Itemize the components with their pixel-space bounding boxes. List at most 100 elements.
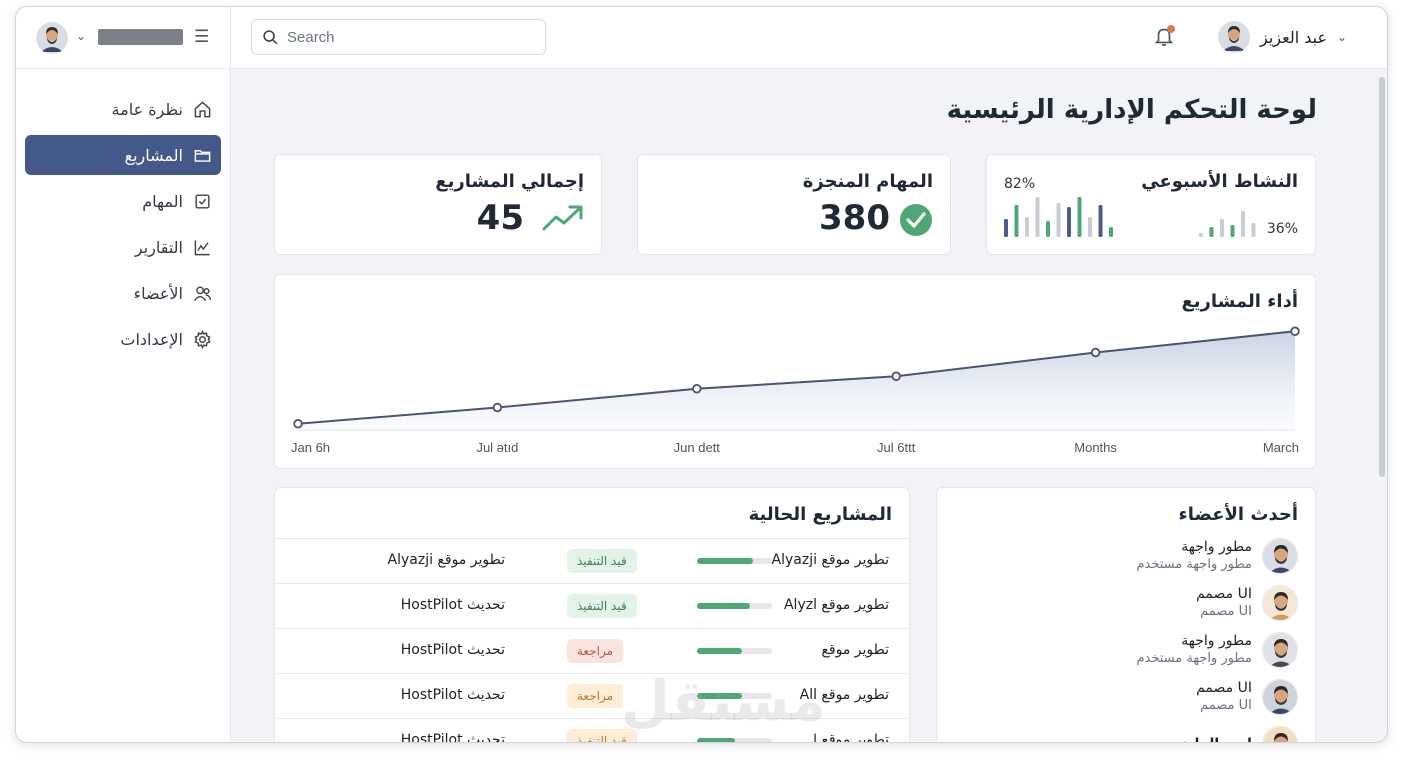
project-title: تحديث HostPilot: [400, 687, 505, 703]
user-menu[interactable]: ⌄ عبد العزيز: [1218, 21, 1347, 53]
status-badge: قيد التنفيذ: [567, 549, 637, 573]
activity-bar: [1098, 205, 1103, 237]
activity-bar: [1077, 197, 1082, 237]
data-point[interactable]: [1090, 347, 1101, 358]
member-avatar: [1262, 585, 1298, 621]
member-name: مصمم UI: [1196, 680, 1252, 696]
user-avatar[interactable]: [1218, 21, 1250, 53]
project-title: تحديث HostPilot: [400, 597, 505, 613]
table-row[interactable]: تطوير موقع مراجعة تحديث HostPilot: [275, 628, 909, 673]
x-tick-label: Jul ətıd: [476, 440, 518, 455]
chevron-down-icon[interactable]: ⌄: [76, 29, 86, 43]
total-projects-value: 45: [476, 198, 524, 238]
activity-bar: [1088, 217, 1092, 237]
sidebar-item-overview[interactable]: نظرة عامة: [25, 89, 221, 129]
home-icon: [194, 100, 211, 117]
member-item[interactable]: مطور واجهة مطور واجهة مستخدم: [1136, 538, 1298, 574]
data-point[interactable]: [492, 402, 503, 413]
data-point[interactable]: [692, 384, 702, 394]
member-text: مصمم UI مصمم UI: [1196, 679, 1252, 715]
latest-members-card: أحدث الأعضاء مطور واجهة مطور واجهة مستخد…: [936, 487, 1316, 742]
progress-bar: [697, 558, 772, 564]
progress-fill: [697, 648, 742, 654]
notifications-button[interactable]: [1153, 25, 1177, 49]
activity-bar: [1067, 207, 1071, 237]
total-projects-card: إجمالي المشاريع 45: [274, 154, 602, 255]
sidebar-item-members[interactable]: الأعضاء: [25, 273, 221, 313]
activity-bar: [1014, 205, 1019, 237]
activity-bar: [1004, 219, 1008, 237]
latest-members-title: أحدث الأعضاء: [1178, 504, 1298, 525]
sidebar-item-reports[interactable]: التقارير: [25, 227, 221, 267]
project-title: تحديث HostPilot: [400, 642, 505, 658]
weekly-activity-bars-right: [1199, 211, 1256, 237]
current-projects-card: المشاريع الحالية تطوير موقع Alyazji قيد …: [274, 487, 910, 743]
performance-card: أداء المشاريع Jan 6h Jul ətıd Jun dett Jul …: [274, 274, 1316, 469]
status-badge: قيد التنفيذ: [567, 729, 637, 742]
member-item[interactable]: مطور واجهة مطور واجهة مستخدم: [1136, 632, 1298, 668]
data-point[interactable]: [293, 419, 303, 429]
sidebar-item-label: الإعدادات: [120, 329, 183, 349]
member-text: امير المليز: [1180, 735, 1252, 742]
chevron-down-icon[interactable]: ⌄: [1337, 30, 1347, 44]
hamburger-menu-icon[interactable]: ☰: [194, 27, 209, 47]
member-role: مطور واجهة مستخدم: [1136, 557, 1252, 572]
sidebar: ⌄ ☰ نظرة عامة المشاريع المهام التقارير ا…: [16, 7, 231, 742]
table-row[interactable]: تطوير موقع ا قيد التنفيذ تحديث HostPilot: [275, 718, 909, 743]
weekly-activity-bars-left: [1004, 197, 1113, 237]
activity-bar: [1035, 197, 1040, 237]
member-item[interactable]: امير المليز: [1180, 726, 1298, 742]
x-tick-label: Jul 6ttt: [877, 440, 916, 455]
weekly-activity-low-pct: 36%: [1266, 221, 1298, 237]
sidebar-nav: نظرة عامة المشاريع المهام التقارير الأعض…: [25, 89, 221, 365]
chart-line-icon: [194, 239, 210, 255]
member-role: مطور واجهة مستخدم: [1136, 651, 1252, 666]
data-point[interactable]: [891, 371, 901, 381]
avatar[interactable]: [36, 22, 68, 54]
x-tick-label: Months: [1074, 440, 1117, 455]
search-box[interactable]: [251, 19, 546, 55]
progress-fill: [697, 738, 735, 742]
member-name: مصمم UI: [1196, 586, 1252, 602]
activity-bar: [1209, 227, 1214, 237]
check-circle-icon: [900, 204, 932, 236]
sidebar-item-settings[interactable]: الإعدادات: [25, 319, 221, 359]
completed-tasks-card: المهام المنجزة 380: [637, 154, 951, 255]
gear-icon: [194, 329, 211, 349]
member-avatar: [1262, 679, 1298, 715]
project-name: تطوير موقع ا: [813, 732, 889, 743]
member-item[interactable]: مصمم UI مصمم UI: [1196, 679, 1298, 715]
project-name: تطوير موقع: [821, 642, 889, 658]
main-content: لوحة التحكم الإدارية الرئيسية النشاط الأ…: [231, 69, 1387, 742]
performance-chart: Jan 6h Jul ətıd Jun dett Jul 6ttt Months Marc…: [291, 326, 1300, 455]
progress-bar: [697, 603, 772, 609]
search-input[interactable]: [287, 28, 527, 46]
member-name: امير المليز: [1180, 735, 1252, 742]
status-badge: مراجعة: [567, 639, 624, 663]
data-point[interactable]: [1290, 326, 1300, 336]
table-row[interactable]: تطوير موقع All مراجعة تحديث HostPilot: [275, 673, 909, 718]
x-tick-label: March: [1263, 440, 1299, 455]
sidebar-item-label: التقارير: [134, 237, 183, 257]
member-item[interactable]: مصمم UI مصمم UI: [1196, 585, 1298, 621]
project-title: تطوير موقع Alyazji: [387, 552, 505, 568]
table-row[interactable]: تطوير موقع Alyzl قيد التنفيذ تحديث HostP…: [275, 583, 909, 628]
trending-up-icon: [542, 205, 583, 231]
notification-dot: [1167, 25, 1175, 33]
scrollbar[interactable]: [1379, 77, 1385, 477]
completed-tasks-value: 380: [819, 198, 890, 238]
activity-bar: [1109, 227, 1113, 237]
member-role: مصمم UI: [1200, 698, 1252, 713]
activity-bar: [1220, 219, 1224, 237]
checkbox-icon: [195, 193, 210, 209]
progress-fill: [697, 693, 742, 699]
sidebar-item-projects[interactable]: المشاريع: [25, 135, 221, 175]
progress-fill: [697, 558, 754, 564]
activity-bar: [1251, 223, 1256, 237]
x-tick-label: Jan 6h: [291, 440, 330, 455]
project-name: تطوير موقع Alyazji: [771, 552, 889, 568]
activity-bar: [1241, 211, 1245, 237]
table-row[interactable]: تطوير موقع Alyazji قيد التنفيذ تطوير موق…: [275, 538, 909, 583]
weekly-activity-title: النشاط الأسبوعي: [1141, 171, 1298, 192]
sidebar-item-tasks[interactable]: المهام: [25, 181, 221, 221]
